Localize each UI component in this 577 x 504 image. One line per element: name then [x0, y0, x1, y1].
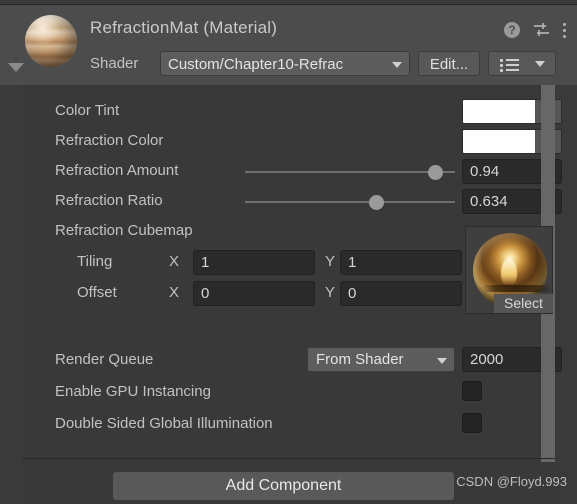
- label-gpu-instancing: Enable GPU Instancing: [55, 383, 211, 400]
- tiling-y-axis-label: Y: [325, 253, 336, 270]
- render-queue-dropdown[interactable]: From Shader: [307, 347, 455, 372]
- help-icon[interactable]: ?: [504, 22, 520, 38]
- shader-dropdown-value: Custom/Chapter10-Refrac: [168, 56, 344, 73]
- offset-y-input[interactable]: 0: [340, 281, 462, 306]
- chevron-down-icon: [535, 61, 545, 67]
- label-refraction-cubemap: Refraction Cubemap: [55, 222, 193, 239]
- refraction-amount-slider[interactable]: [245, 163, 455, 181]
- render-queue-mode: From Shader: [316, 351, 404, 368]
- add-component-button[interactable]: Add Component: [113, 472, 454, 500]
- chevron-down-icon: [437, 358, 447, 364]
- edit-shader-button[interactable]: Edit...: [418, 51, 480, 76]
- label-offset: Offset: [77, 284, 117, 301]
- label-color-tint: Color Tint: [55, 102, 120, 119]
- slider-track: [245, 201, 455, 203]
- watermark-text: CSDN @Floyd.993: [456, 474, 567, 489]
- cubemap-highlight: [501, 259, 517, 285]
- footer-divider: [22, 458, 555, 459]
- material-preview-sphere: [25, 15, 77, 67]
- gpu-instancing-checkbox[interactable]: [462, 381, 482, 401]
- material-header: RefractionMat (Material) ? Shader Custom…: [0, 5, 577, 85]
- refraction-cubemap-field[interactable]: Select: [465, 226, 553, 314]
- cubemap-select-button[interactable]: Select: [494, 294, 553, 313]
- slider-knob[interactable]: [428, 165, 444, 180]
- label-tiling: Tiling: [77, 253, 113, 270]
- label-double-sided-gi: Double Sided Global Illumination: [55, 415, 273, 432]
- label-refraction-ratio: Refraction Ratio: [55, 192, 163, 209]
- tiling-y-input[interactable]: 1: [340, 250, 462, 275]
- shader-list-icon: [500, 59, 520, 72]
- shader-list-button[interactable]: [488, 51, 556, 76]
- tiling-x-axis-label: X: [169, 253, 180, 270]
- shader-label: Shader: [90, 55, 139, 72]
- shader-dropdown[interactable]: Custom/Chapter10-Refrac: [160, 51, 410, 76]
- tiling-x-input[interactable]: 1: [193, 250, 315, 275]
- slider-knob[interactable]: [368, 195, 384, 210]
- offset-x-axis-label: X: [169, 284, 180, 301]
- label-refraction-color: Refraction Color: [55, 132, 164, 149]
- chevron-down-icon: [392, 62, 402, 68]
- offset-x-input[interactable]: 0: [193, 281, 315, 306]
- foldout-arrow-icon[interactable]: [8, 63, 24, 72]
- header-icon-group: ?: [504, 20, 567, 40]
- unity-inspector-window: RefractionMat (Material) ? Shader Custom…: [0, 0, 577, 504]
- kebab-menu-icon[interactable]: [563, 22, 567, 39]
- double-sided-gi-checkbox[interactable]: [462, 413, 482, 433]
- left-gutter: [0, 85, 22, 462]
- label-refraction-amount: Refraction Amount: [55, 162, 179, 179]
- offset-y-axis-label: Y: [325, 284, 336, 301]
- label-render-queue: Render Queue: [55, 351, 154, 368]
- page-title: RefractionMat (Material): [90, 18, 278, 37]
- cubemap-reflection-band: [482, 285, 552, 292]
- refraction-ratio-slider[interactable]: [245, 193, 455, 211]
- preset-icon[interactable]: [533, 22, 550, 38]
- slider-track: [245, 171, 455, 173]
